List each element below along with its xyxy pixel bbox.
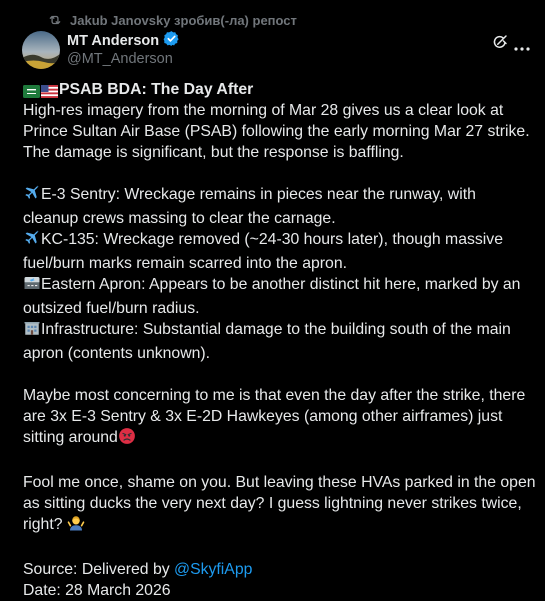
author-handle[interactable]: @MT_Anderson: [67, 51, 180, 67]
post-title: PSAB BDA: The Day After: [59, 81, 254, 98]
item-kc135-line1: KC-135: Wreckage removed (~24-30 hours l…: [41, 231, 503, 248]
item-e3: E-3 Sentry: Wreckage remains in pieces n…: [23, 184, 538, 208]
more-icon[interactable]: [514, 38, 530, 56]
item-infra-line2: apron (contents unknown).: [23, 345, 211, 362]
item-kc135: KC-135: Wreckage removed (~24-30 hours l…: [23, 229, 538, 253]
building-emoji-icon: [23, 319, 41, 343]
fool-line: Fool me once, shame on you. But leaving …: [23, 474, 536, 491]
author-name[interactable]: MT Anderson: [67, 33, 159, 49]
airplane-emoji-icon: [23, 229, 41, 253]
source-link[interactable]: @SkyfiApp: [174, 561, 252, 578]
saudi-flag-emoji: [23, 83, 40, 98]
intro-line: The damage is significant, but the respo…: [23, 144, 404, 161]
item-eastern-line2: outsized fuel/burn radius.: [23, 300, 200, 317]
repost-header[interactable]: Jakub Janovsky зробив(-ла) репост: [48, 11, 297, 29]
intro-line: Prince Sultan Air Base (PSAB) following …: [23, 123, 530, 140]
item-e3-line1: E-3 Sentry: Wreckage remains in pieces n…: [41, 186, 476, 203]
intro-line: High-res imagery from the morning of Mar…: [23, 102, 504, 119]
concern-text: sitting around: [23, 429, 118, 446]
repost-text[interactable]: Jakub Janovsky зробив(-ла) репост: [70, 13, 297, 28]
tweet[interactable]: Jakub Janovsky зробив(-ла) репост MT And…: [0, 0, 545, 601]
runway-emoji-icon: [23, 274, 41, 298]
item-infra-line1: Infrastructure: Substantial damage to th…: [41, 321, 511, 338]
avatar[interactable]: [22, 31, 60, 69]
fool-line: as sitting ducks the very next day? I gu…: [23, 495, 522, 512]
verified-badge-icon[interactable]: [163, 30, 180, 52]
repost-icon: [48, 13, 62, 27]
post-title-line: PSAB BDA: The Day After: [23, 79, 538, 100]
item-kc135-line2: fuel/burn marks remain scarred into the …: [23, 255, 347, 272]
item-eastern-line1: Eastern Apron: Appears to be another dis…: [41, 276, 521, 293]
author-block: MT Anderson @MT_Anderson: [67, 30, 180, 67]
concern-line-3: sitting around: [23, 427, 538, 451]
item-eastern: Eastern Apron: Appears to be another dis…: [23, 274, 538, 298]
item-infra: Infrastructure: Substantial damage to th…: [23, 319, 538, 343]
fool-line-3: right?: [23, 514, 538, 538]
shrug-emoji-icon: [67, 514, 85, 538]
us-flag-emoji: [41, 83, 58, 98]
concern-line: Maybe most concerning to me is that even…: [23, 387, 526, 404]
fool-text: right?: [23, 516, 63, 533]
concern-line: are 3x E-3 Sentry & 3x E-2D Hawkeyes (am…: [23, 408, 503, 425]
airplane-emoji-icon: [23, 184, 41, 208]
item-e3-line2: cleanup crews massing to clear the carna…: [23, 210, 336, 227]
tweet-body: PSAB BDA: The Day After High-res imagery…: [23, 79, 538, 601]
source-prefix: Source: Delivered by: [23, 561, 175, 578]
angry-face-emoji-icon: [118, 427, 136, 451]
date-line: Date: 28 March 2026: [23, 582, 171, 599]
grok-icon[interactable]: [491, 33, 509, 56]
source-line: Source: Delivered by @SkyfiApp: [23, 559, 538, 580]
